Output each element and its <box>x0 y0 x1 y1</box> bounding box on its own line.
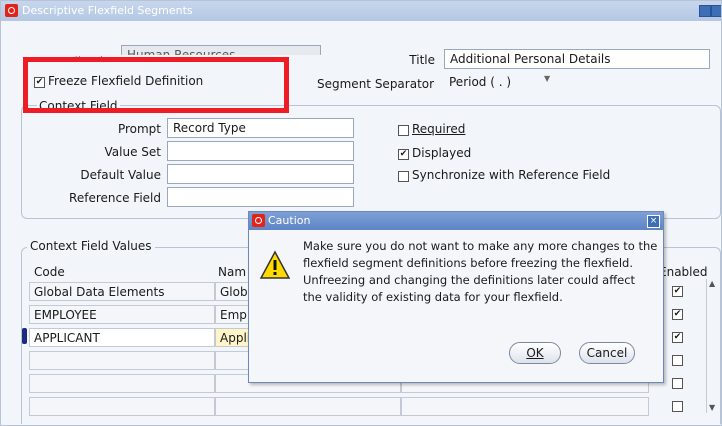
dialog-title: Caution <box>268 214 311 227</box>
separator-select[interactable]: Period ( . ) ▼ <box>444 73 562 93</box>
code-cell[interactable]: EMPLOYEE <box>29 305 215 324</box>
warning-icon <box>259 250 291 279</box>
separator-label: Segment Separator <box>317 77 435 91</box>
reference-field-input[interactable] <box>167 187 354 207</box>
dialog-titlebar[interactable]: Caution × <box>249 212 663 230</box>
prompt-label: Prompt <box>117 122 161 136</box>
flexfield-window: Descriptive Flexfield Segments Applicati… <box>0 0 722 426</box>
enabled-checkbox[interactable] <box>672 378 683 389</box>
cancel-button-label: Cancel <box>586 346 628 360</box>
scroll-up-icon[interactable]: ▲ <box>709 279 715 288</box>
enabled-column-header: Enabled <box>659 265 708 279</box>
enabled-checkbox[interactable]: ✔ <box>672 286 683 297</box>
message-line: Make sure you do not want to make any mo… <box>303 239 658 253</box>
message-line: the validity of existing data for your f… <box>303 290 563 304</box>
minimize-icon[interactable] <box>699 5 711 17</box>
enabled-checkbox[interactable]: ✔ <box>672 309 683 320</box>
code-column-header: Code <box>34 265 65 279</box>
reference-field-label: Reference Field <box>69 191 161 205</box>
name-column-header: Nam <box>218 265 247 279</box>
grid-scrollbar[interactable]: ▲ ▼ <box>706 279 719 413</box>
caution-dialog: Caution × Make sure you do not want to m… <box>248 211 664 383</box>
title-label: Title <box>409 53 435 67</box>
ok-button-label: OK <box>526 346 544 360</box>
synchronize-checkbox[interactable] <box>398 171 409 182</box>
dialog-message: Make sure you do not want to make any mo… <box>303 238 657 306</box>
oracle-logo-icon <box>252 214 265 227</box>
chevron-down-icon[interactable]: ▼ <box>544 74 550 83</box>
name-cell[interactable] <box>215 397 401 416</box>
message-line: flexfield segment definitions before fre… <box>303 256 634 270</box>
value-set-label: Value Set <box>104 145 161 159</box>
message-line: Unfreezing and changing the definitions … <box>303 273 636 287</box>
cancel-button[interactable]: Cancel <box>579 342 635 364</box>
default-value-field[interactable] <box>167 164 354 184</box>
separator-value: Period ( . ) <box>449 75 512 89</box>
ok-button[interactable]: OK <box>509 342 561 364</box>
displayed-checkbox[interactable]: ✔ <box>398 149 409 160</box>
required-label: Required <box>412 122 466 136</box>
default-value-label: Default Value <box>80 168 161 182</box>
context-values-group-label: Context Field Values <box>27 239 155 253</box>
window-titlebar[interactable]: Descriptive Flexfield Segments <box>1 1 721 21</box>
code-cell[interactable] <box>29 397 215 416</box>
displayed-label: Displayed <box>412 146 472 160</box>
maximize-icon[interactable] <box>711 5 721 17</box>
prompt-field[interactable]: Record Type <box>167 118 354 138</box>
scroll-down-icon[interactable]: ▼ <box>709 403 715 412</box>
window-title: Descriptive Flexfield Segments <box>22 4 193 17</box>
enabled-checkbox[interactable] <box>672 401 683 412</box>
code-cell[interactable] <box>29 351 215 370</box>
required-checkbox[interactable] <box>398 125 409 136</box>
highlight-box <box>23 57 289 113</box>
title-field[interactable]: Additional Personal Details <box>444 49 710 69</box>
code-cell[interactable]: APPLICANT <box>29 328 215 347</box>
code-cell[interactable] <box>29 374 215 393</box>
value-set-field[interactable] <box>167 141 354 161</box>
code-cell[interactable]: Global Data Elements <box>29 282 215 301</box>
description-cell[interactable] <box>401 397 649 416</box>
enabled-checkbox[interactable]: ✔ <box>672 332 683 343</box>
close-icon[interactable]: × <box>647 215 660 228</box>
current-record-indicator <box>22 328 27 344</box>
synchronize-label: Synchronize with Reference Field <box>412 168 611 182</box>
enabled-checkbox[interactable] <box>672 355 683 366</box>
oracle-logo-icon <box>5 4 18 17</box>
